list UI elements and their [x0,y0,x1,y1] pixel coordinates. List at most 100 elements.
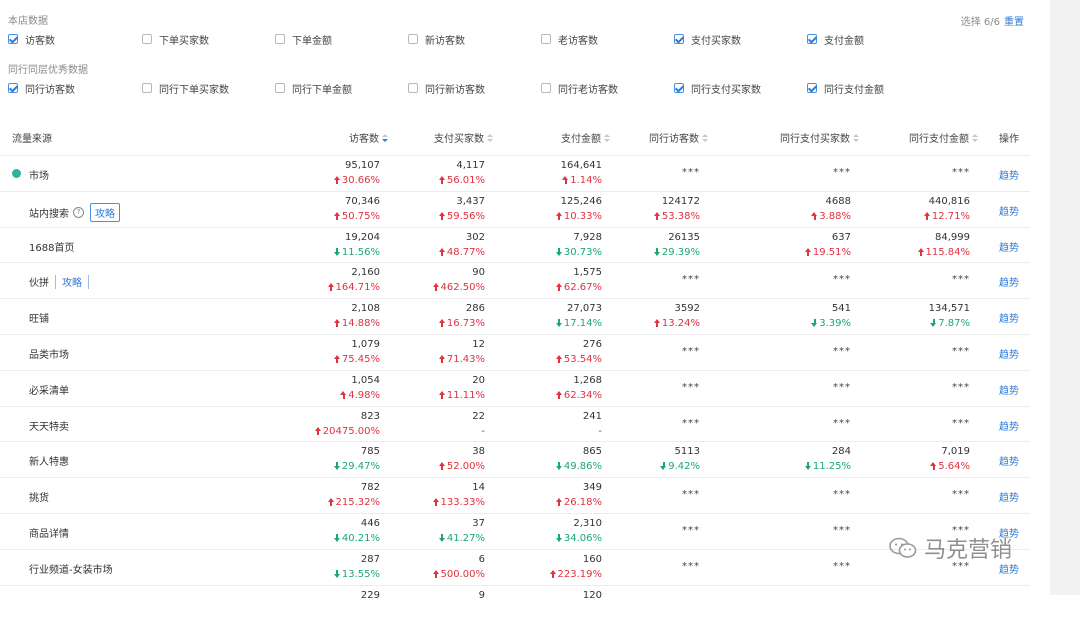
guide-tag-link[interactable]: 攻略 [55,274,89,289]
metric-value: 26135 [668,231,700,243]
metric-cell: 302 48.77% [375,228,485,263]
trend-link[interactable]: 趋势 [999,310,1019,325]
arrow-up-icon [549,569,557,578]
trend-link[interactable]: 趋势 [999,418,1019,433]
metric-value: 6 [478,553,485,565]
checkbox-unchecked-icon[interactable] [275,83,285,93]
store-checkbox-6[interactable]: 支付金额 [807,31,864,47]
metric-cell: 541 3.39% [741,299,851,334]
metric-cell: 125,246 10.33% [492,192,602,227]
metric-cell: 120 [492,586,602,621]
metric-cell: 160 223.19% [492,550,602,585]
store-checkbox-4[interactable]: 老访客数 [541,31,598,47]
peer-checkbox-1[interactable]: 同行下单买家数 [142,80,229,96]
guide-tag-button[interactable]: 攻略 [90,202,120,222]
header-paid-amount[interactable]: 支付金额 [561,130,610,145]
checkbox-unchecked-icon[interactable] [275,34,285,44]
change-percent: 11.25% [812,461,851,473]
store-checkbox-1[interactable]: 下单买家数 [142,31,209,47]
arrow-up-icon [438,390,446,399]
trend-link[interactable]: 趋势 [999,274,1019,289]
metric-cell: 229 [270,586,380,621]
metric-cell: 38 52.00% [375,442,485,477]
header-peer-visitors[interactable]: 同行访客数 [649,130,708,145]
trend-link[interactable]: 趋势 [999,453,1019,468]
checkbox-checked-icon[interactable] [807,34,817,44]
metric-cell: 3592 13.24% [590,299,700,334]
peer-checkbox-row: 同行访客数 同行下单买家数 同行下单金额 同行新访客数 同行老访客数 同行支付买家数 同行支… [0,80,1040,96]
header-visitors[interactable]: 访客数 [349,130,388,145]
change-percent: 71.43% [446,353,485,365]
peer-checkbox-6[interactable]: 同行支付金额 [807,80,884,96]
arrow-up-icon [555,211,563,220]
change-indicator: 11.25% [804,461,851,473]
change-indicator: 52.00% [438,461,485,472]
metric-cell: 440,816 12.71% [860,192,970,227]
metric-cell: *** [741,371,851,406]
change-indicator: 9.42% [660,461,700,472]
masked-value: *** [833,560,851,572]
peer-checkbox-4[interactable]: 同行老访客数 [541,80,618,96]
masked-value: *** [833,524,851,536]
checkbox-checked-icon[interactable] [674,83,684,93]
checkbox-unchecked-icon[interactable] [142,34,152,44]
source-label: 旺铺 [29,314,49,326]
source-label: 1688首页 [29,242,75,254]
checkbox-label: 访客数 [25,35,55,47]
peer-checkbox-3[interactable]: 同行新访客数 [408,80,485,96]
checkbox-unchecked-icon[interactable] [408,83,418,93]
checkbox-checked-icon[interactable] [8,34,18,44]
checkbox-unchecked-icon[interactable] [408,34,418,44]
change-indicator: 500.00% [432,569,485,580]
header-paid-buyers[interactable]: 支付买家数 [434,130,493,145]
checkbox-unchecked-icon[interactable] [142,83,152,93]
header-peer-paid-amount[interactable]: 同行支付金额 [909,130,978,145]
table-row: 1688首页 19,204 11.56% 302 48.77% 7,928 30.73% 26… [0,226,1030,263]
store-checkbox-2[interactable]: 下单金额 [275,31,332,47]
metric-value: 637 [831,231,851,243]
change-indicator: 3.39% [811,318,851,329]
metric-cell: 782 215.32% [270,478,380,513]
trend-link[interactable]: 趋势 [999,346,1019,361]
arrow-down-icon [930,319,937,328]
help-icon[interactable]: ? [73,206,84,218]
peer-checkbox-5[interactable]: 同行支付买家数 [674,80,761,96]
checkbox-checked-icon[interactable] [807,83,817,93]
store-checkbox-3[interactable]: 新访客数 [408,31,465,47]
table-header: 流量来源 访客数 支付买家数 支付金额 同行访客数 同行支付买家数 同行支付金额… [0,126,1030,148]
change-percent: 115.84% [925,246,971,258]
metric-cell: 4688 3.88% [741,192,851,227]
store-checkbox-0[interactable]: 访客数 [8,31,55,47]
checkbox-checked-icon[interactable] [8,83,18,93]
metric-cell: 26135 29.39% [590,228,700,263]
guide-tag-label: 攻略 [62,278,82,290]
metric-value: 541 [831,303,851,315]
table-body: 市场 95,107 30.66% 4,117 56.01% 164,641 1.14% ***… [0,155,1030,620]
checkbox-checked-icon[interactable] [674,34,684,44]
arrow-up-icon [562,176,569,184]
checkbox-unchecked-icon[interactable] [541,34,551,44]
trend-link[interactable]: 趋势 [999,239,1019,254]
metric-value: 38 [472,446,485,458]
metric-cell: *** [590,263,700,298]
selection-info: 选择 6/6 重置 [961,13,1024,28]
metric-value: 37 [472,517,485,529]
reset-link[interactable]: 重置 [1004,17,1024,28]
store-checkbox-5[interactable]: 支付买家数 [674,31,741,47]
metric-cell: 27,073 17.14% [492,299,602,334]
header-peer-paid-buyers[interactable]: 同行支付买家数 [780,130,859,145]
trend-link[interactable]: 趋势 [999,382,1019,397]
peer-checkbox-0[interactable]: 同行访客数 [8,80,75,96]
store-section-title: 本店数据 [8,16,48,27]
change-indicator: 11.56% [333,247,380,258]
trend-link[interactable]: 趋势 [999,489,1019,504]
change-percent: 59.56% [446,210,485,222]
metric-cell: 4,117 56.01% [375,156,485,191]
trend-link[interactable]: 趋势 [999,203,1019,218]
source-cell: 商品详情 [29,525,69,540]
masked-value: *** [952,345,970,357]
checkbox-unchecked-icon[interactable] [541,83,551,93]
peer-checkbox-2[interactable]: 同行下单金额 [275,80,352,96]
trend-link[interactable]: 趋势 [999,167,1019,182]
metric-cell: *** [741,263,851,298]
